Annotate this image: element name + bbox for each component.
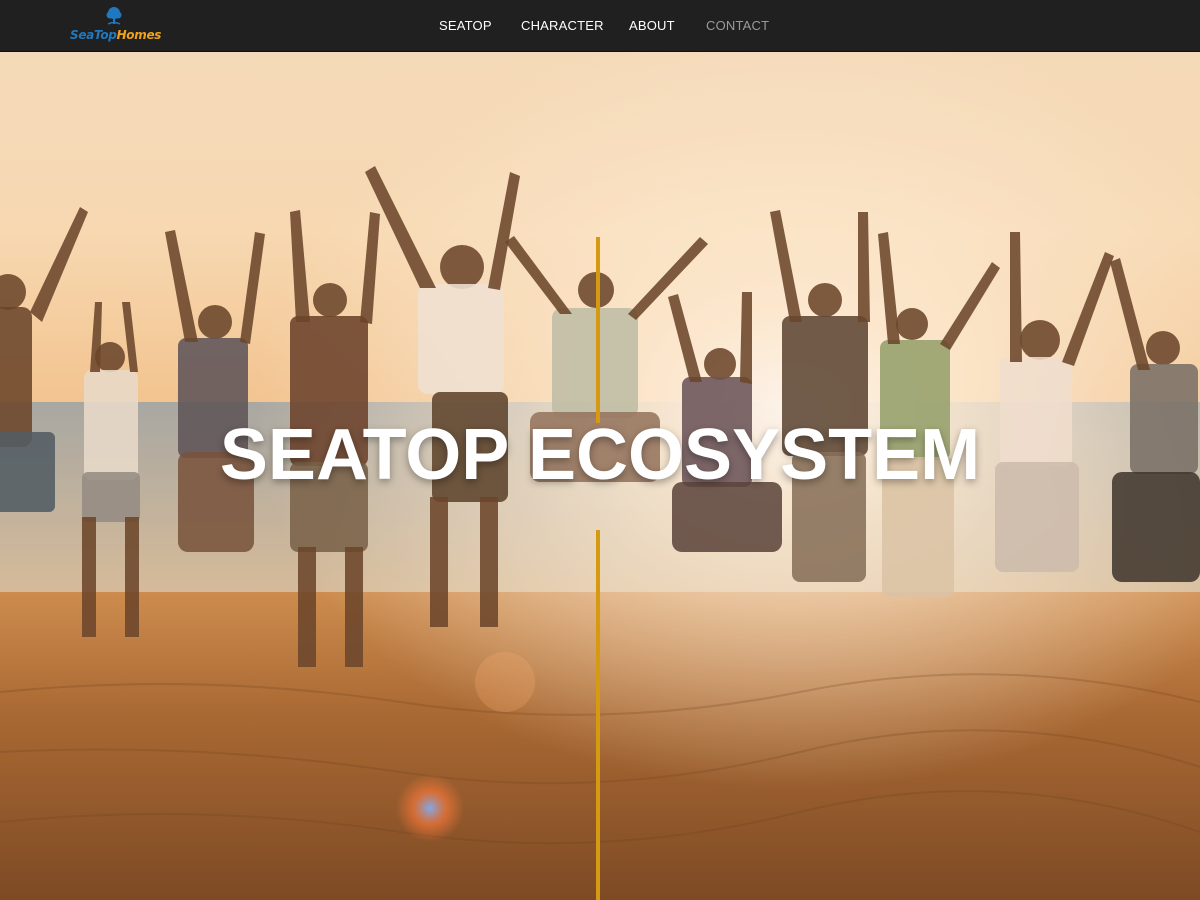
accent-divider-top	[596, 237, 600, 423]
hero-title: SEATOP ECOSYSTEM	[219, 415, 981, 495]
accent-divider-bottom	[596, 530, 600, 900]
nav-link-contact[interactable]: CONTACT	[706, 18, 769, 33]
top-navbar: SeaTopHomes SEATOP CHARACTER ABOUT CONTA…	[0, 0, 1200, 52]
nav-link-about[interactable]: ABOUT	[629, 18, 675, 33]
hero-section: SEATOP ECOSYSTEM	[0, 52, 1200, 900]
nav-link-character[interactable]: CHARACTER	[521, 18, 604, 33]
nav-link-seatop[interactable]: SEATOP	[439, 18, 492, 33]
nav-menu: SEATOP CHARACTER ABOUT CONTACT	[0, 0, 1200, 52]
